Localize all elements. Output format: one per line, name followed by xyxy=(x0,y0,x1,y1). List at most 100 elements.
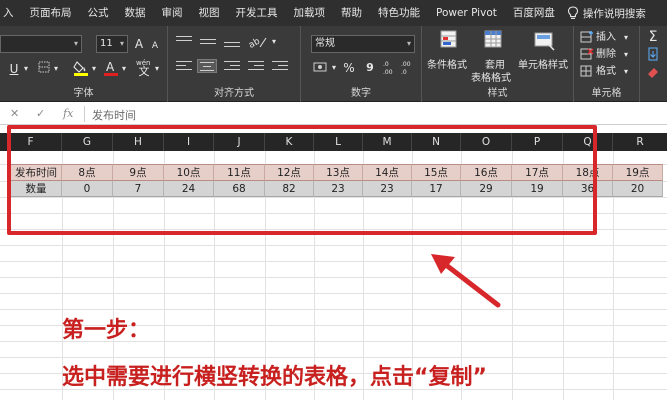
conditional-formatting-icon xyxy=(440,30,457,48)
chevron-down-icon[interactable]: ▾ xyxy=(330,60,338,76)
menu-bar: 入 页面布局 公式 数据 审阅 视图 开发工具 加载项 帮助 特色功能 Powe… xyxy=(0,0,667,26)
confirm-entry-icon[interactable]: ✓ xyxy=(36,107,45,120)
number-format-value: 常规 xyxy=(315,38,335,49)
tell-me-label: 操作说明搜索 xyxy=(582,7,646,20)
cells-group: 插入 ▾ 删除 ▾ 格式 ▾ 单元格 xyxy=(574,26,640,102)
orientation-icon[interactable]: ab xyxy=(247,34,268,51)
percent-button[interactable]: % xyxy=(343,60,355,76)
editing-group: Σ xyxy=(640,26,667,102)
font-size-dropdown[interactable]: 11 ▾ xyxy=(96,35,128,53)
fill-color-icon[interactable] xyxy=(73,59,89,77)
alignment-group-label: 对齐方式 xyxy=(214,88,254,99)
chevron-down-icon[interactable]: ▾ xyxy=(22,61,30,77)
menu-addins[interactable]: 加载项 xyxy=(286,0,334,26)
chevron-down-icon: ▾ xyxy=(624,33,629,42)
styles-group: 条件格式 套用 表格格式 单元格样式 样式 xyxy=(422,26,574,102)
chevron-down-icon: ▾ xyxy=(624,50,629,59)
menu-insert[interactable]: 入 xyxy=(0,0,22,26)
font-name-dropdown[interactable]: ▾ xyxy=(0,35,82,53)
borders-icon[interactable] xyxy=(38,61,50,77)
lightbulb-icon xyxy=(567,6,578,19)
menu-developer[interactable]: 开发工具 xyxy=(228,0,286,26)
chevron-down-icon: ▾ xyxy=(406,39,411,48)
align-center-icon[interactable] xyxy=(197,59,217,73)
accounting-format-icon[interactable] xyxy=(313,60,329,76)
menu-formulas[interactable]: 公式 xyxy=(80,0,117,26)
font-group-label: 字体 xyxy=(73,88,94,99)
conditional-formatting-button[interactable]: 条件格式 xyxy=(427,30,472,82)
cells-group-label: 单元格 xyxy=(591,88,622,99)
font-size-value: 11 xyxy=(100,38,113,49)
menu-special-features[interactable]: 特色功能 xyxy=(370,0,428,26)
number-group-label: 数字 xyxy=(351,88,371,99)
chevron-down-icon[interactable]: ▾ xyxy=(153,61,161,77)
menu-data[interactable]: 数据 xyxy=(117,0,154,26)
menu-view[interactable]: 视图 xyxy=(191,0,228,26)
shrink-font-icon[interactable]: A xyxy=(148,38,162,54)
decrease-indent-icon[interactable] xyxy=(246,59,266,73)
fill-icon[interactable] xyxy=(646,47,660,63)
underline-button[interactable]: U xyxy=(8,61,20,77)
column-header-r[interactable]: R xyxy=(613,133,667,151)
font-color-icon[interactable]: A xyxy=(103,59,119,77)
chevron-down-icon: ▾ xyxy=(624,67,629,76)
align-left-icon[interactable] xyxy=(174,59,194,73)
insert-cells-button[interactable]: 插入 ▾ xyxy=(580,30,636,45)
selection-highlight-box xyxy=(7,125,597,235)
svg-text:.0: .0 xyxy=(401,69,407,75)
format-as-table-icon xyxy=(484,30,502,48)
chevron-down-icon[interactable]: ▾ xyxy=(90,61,98,77)
menu-power-pivot[interactable]: Power Pivot xyxy=(428,0,505,26)
font-group: ▾ 11 ▾ A A U ▾ ▾ ▾ A ▾ wén 文 ▾ 字体 xyxy=(0,26,168,102)
cell-styles-icon xyxy=(534,32,555,51)
insert-function-button[interactable]: fx xyxy=(63,107,73,120)
format-cells-label: 格式 xyxy=(596,66,616,77)
chevron-down-icon[interactable]: ▾ xyxy=(52,61,60,77)
tell-me-search[interactable]: 操作说明搜索 xyxy=(567,6,646,21)
table-cell[interactable]: 19点 xyxy=(613,164,663,181)
format-as-table-label-1: 套用 xyxy=(485,60,505,71)
cancel-entry-icon[interactable]: ✕ xyxy=(10,107,19,120)
chevron-down-icon: ▾ xyxy=(73,39,78,48)
bottom-align-icon[interactable] xyxy=(222,34,242,48)
chevron-down-icon[interactable]: ▾ xyxy=(270,34,278,50)
chevron-down-icon: ▾ xyxy=(119,39,124,48)
increase-indent-icon[interactable] xyxy=(270,59,290,73)
delete-cells-button[interactable]: 删除 ▾ xyxy=(580,47,636,62)
format-cells-icon xyxy=(580,65,592,77)
format-as-table-button[interactable]: 套用 表格格式 xyxy=(471,30,516,84)
formula-input[interactable]: 发布时间 xyxy=(92,107,136,123)
step-title: 第一步： xyxy=(62,318,151,343)
number-format-dropdown[interactable]: 常规 ▾ xyxy=(311,35,415,53)
insert-cells-label: 插入 xyxy=(596,32,616,43)
cell-styles-label: 单元格样式 xyxy=(518,60,568,71)
middle-align-icon[interactable] xyxy=(198,34,218,48)
svg-text:ab: ab xyxy=(248,36,262,50)
menu-page-layout[interactable]: 页面布局 xyxy=(22,0,80,26)
table-cell[interactable]: 20 xyxy=(613,181,663,197)
svg-text:.00: .00 xyxy=(383,69,393,75)
phonetic-guide-icon[interactable]: 文 xyxy=(137,64,151,80)
conditional-formatting-label: 条件格式 xyxy=(427,60,467,71)
delete-cells-icon xyxy=(580,48,594,60)
insert-cells-icon xyxy=(580,31,593,43)
svg-text:.00: .00 xyxy=(401,61,411,68)
clear-icon[interactable] xyxy=(646,65,660,81)
chevron-down-icon[interactable]: ▾ xyxy=(120,61,128,77)
autosum-icon[interactable]: Σ xyxy=(646,29,660,45)
alignment-group: ab ▾ 对齐方式 xyxy=(168,26,301,102)
svg-text:.0: .0 xyxy=(383,61,389,68)
format-cells-button[interactable]: 格式 ▾ xyxy=(580,64,636,79)
cell-styles-button[interactable]: 单元格样式 xyxy=(518,30,572,82)
menu-help[interactable]: 帮助 xyxy=(333,0,370,26)
align-right-icon[interactable] xyxy=(222,59,242,73)
menu-baidu-netdisk[interactable]: 百度网盘 xyxy=(505,0,563,26)
increase-decimal-icon[interactable]: .0.00 xyxy=(383,59,397,76)
top-align-icon[interactable] xyxy=(174,34,194,48)
decrease-decimal-icon[interactable]: .00.0 xyxy=(401,59,415,76)
styles-group-label: 样式 xyxy=(487,88,508,99)
menu-review[interactable]: 审阅 xyxy=(154,0,191,26)
grow-font-icon[interactable]: A xyxy=(132,36,146,52)
comma-style-button[interactable]: 9 xyxy=(364,60,376,76)
number-group: 常规 ▾ ▾ % 9 .0.00 .00.0 数字 xyxy=(301,26,422,102)
